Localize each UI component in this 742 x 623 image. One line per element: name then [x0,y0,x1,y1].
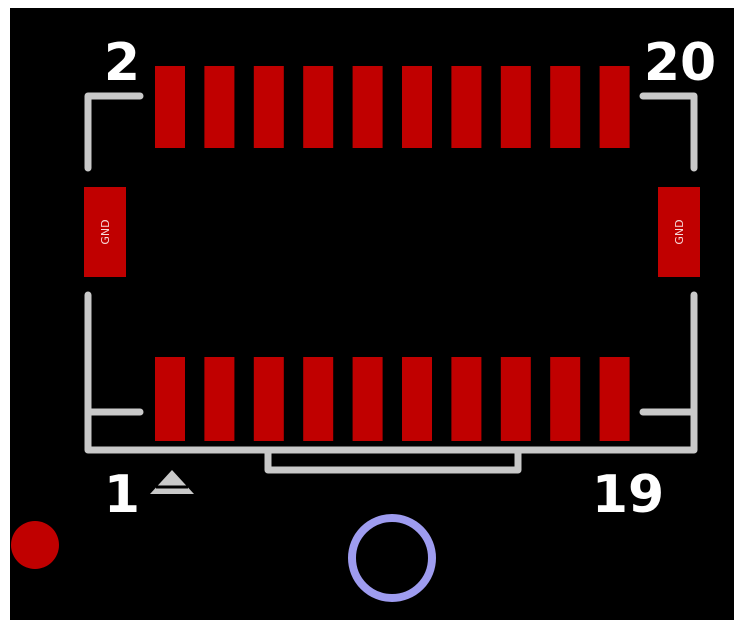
top-pad-3 [253,66,284,148]
bottom-pad-2 [204,357,235,441]
bottom-pad-7 [451,357,482,441]
top-pad-8 [500,66,531,148]
pin-label-bottom-left: 1 [104,465,140,525]
left-side-pad: GND [84,187,126,277]
bottom-pad-9 [550,357,581,441]
bottom-pad-3 [253,357,284,441]
pin-label-bottom-right: 19 [592,465,664,525]
top-pad-5 [352,66,383,148]
top-pad-10 [599,66,630,148]
pcb-footprint-canvas: GND GND 2 20 1 19 [10,8,734,620]
top-pad-6 [402,66,432,148]
top-pad-1 [155,66,185,148]
pin-label-top-right: 20 [644,33,716,93]
left-side-pad-label: GND [99,219,112,244]
top-pad-9 [550,66,581,148]
top-pad-4 [303,66,334,148]
bottom-pad-10 [599,357,630,441]
top-pad-7 [451,66,482,148]
bottom-pad-5 [352,357,383,441]
right-side-pad: GND [658,187,700,277]
top-pad-2 [204,66,235,148]
bottom-pad-6 [402,357,432,441]
right-side-pad-label: GND [673,219,686,244]
bottom-pad-4 [303,357,334,441]
pin-label-top-left: 2 [104,33,140,93]
bottom-pad-1 [155,357,185,441]
bottom-pad-8 [500,357,531,441]
fiducial-dot [11,521,59,569]
